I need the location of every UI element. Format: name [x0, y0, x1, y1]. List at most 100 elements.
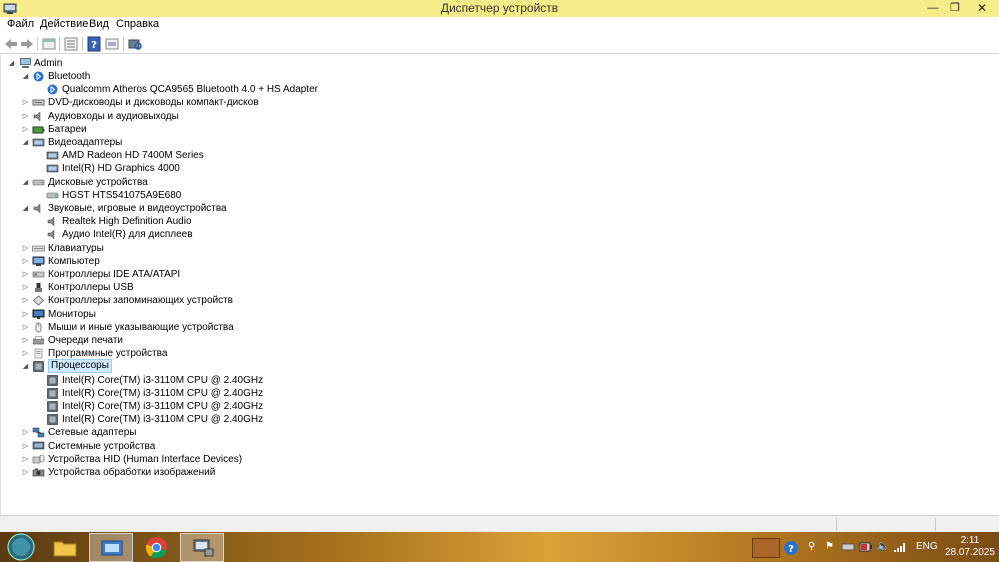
tree-node-label-selected: Процессоры	[48, 359, 112, 374]
window-title: Диспетчер устройств	[440, 1, 559, 15]
tree-node-label: Контроллеры запоминающих устройств	[48, 295, 233, 307]
usb-icon	[35, 283, 42, 293]
taskbar-file-explorer[interactable]	[43, 533, 87, 562]
status-divider	[935, 518, 936, 531]
tree-node-label: Компьютер	[48, 255, 100, 267]
scan-hardware-icon[interactable]	[127, 36, 143, 52]
forward-icon[interactable]	[19, 36, 35, 52]
usb-tray-icon[interactable]	[841, 541, 855, 553]
status-bar	[0, 515, 999, 532]
tree-node-label: Intel(R) Core(TM) i3-3110M CPU @ 2.40GHz	[62, 374, 264, 386]
tree-node-label: Realtek High Definition Audio	[62, 216, 192, 228]
close-button[interactable]: ✕	[971, 0, 993, 17]
processor-icon	[47, 414, 58, 425]
volume-tray-icon[interactable]: 🔈	[877, 541, 889, 552]
expand-arrow-icon[interactable]: ▷	[21, 334, 30, 347]
pin-tray-icon[interactable]: ⚲	[808, 541, 815, 552]
device-view-icon[interactable]	[104, 36, 120, 52]
expand-arrow-icon[interactable]: ▷	[21, 321, 30, 334]
expand-arrow-icon[interactable]: ▷	[21, 466, 30, 479]
menu-file[interactable]: Файл	[7, 18, 34, 30]
file-explorer-icon	[53, 541, 77, 557]
expand-arrow-icon[interactable]: ▷	[21, 453, 30, 466]
help-icon[interactable]: ?	[86, 36, 102, 52]
tree-node-label: Qualcomm Atheros QCA9565 Bluetooth 4.0 +…	[62, 84, 318, 96]
menu-action[interactable]: Действие	[40, 18, 88, 30]
device-tree: ◢ Admin ◢ Bluetooth Qualcomm Atheros QCA95…	[0, 55, 999, 515]
expand-arrow-icon[interactable]: ▷	[21, 268, 30, 281]
menu-help[interactable]: Справка	[116, 18, 159, 30]
taskbar: ? ⚲ ⚑ 🔈 ENG 2:11 28.07.2025	[0, 532, 999, 562]
tree-node-label: Очереди печати	[48, 335, 124, 346]
collapse-arrow-icon[interactable]: ◢	[7, 57, 16, 70]
disk-drive-icon	[46, 192, 59, 199]
expand-arrow-icon[interactable]: ▷	[21, 242, 30, 255]
svg-text:?: ?	[788, 544, 794, 555]
status-divider	[836, 518, 837, 531]
collapse-arrow-icon[interactable]: ◢	[21, 136, 30, 149]
display-adapter-icon	[46, 151, 59, 160]
tree-node-label: Мыши и иные указывающие устройства	[48, 321, 234, 333]
list-view-icon[interactable]	[63, 36, 79, 52]
network-adapter-icon	[32, 428, 45, 438]
tree-node-label: Видеоадаптеры	[48, 137, 123, 148]
disk-drive-icon	[32, 179, 45, 185]
expand-arrow-icon[interactable]: ▷	[21, 255, 30, 268]
computer-icon	[20, 58, 31, 68]
tree-node-label: Системные устройства	[48, 440, 156, 452]
display-adapter-icon	[32, 138, 45, 147]
collapse-arrow-icon[interactable]: ◢	[21, 202, 30, 215]
tree-node-label: Клавиатуры	[48, 242, 104, 254]
expand-arrow-icon[interactable]: ▷	[21, 110, 30, 123]
printer-icon	[33, 336, 44, 345]
expand-arrow-icon[interactable]: ▷	[21, 294, 30, 307]
speaker-icon	[33, 110, 41, 122]
maximize-button[interactable]: ❐	[944, 0, 966, 17]
bluetooth-icon	[47, 84, 58, 95]
collapse-arrow-icon[interactable]: ◢	[21, 360, 30, 373]
wifi-signal-tray-icon[interactable]	[893, 541, 907, 553]
tree-node-label: Bluetooth	[48, 71, 91, 82]
tree-node-label: DVD-дисководы и дисководы компакт-дисков	[48, 97, 259, 109]
control-panel-icon	[101, 540, 123, 556]
start-orb-icon[interactable]	[4, 533, 38, 561]
menu-view[interactable]: Вид	[89, 18, 109, 30]
expand-arrow-icon[interactable]: ▷	[21, 440, 30, 453]
tree-node-label: Сетевые адаптеры	[48, 427, 137, 439]
speaker-icon	[33, 203, 41, 214]
minimize-button[interactable]: —	[922, 0, 944, 17]
taskbar-device-manager[interactable]	[180, 533, 224, 562]
expand-arrow-icon[interactable]: ▷	[21, 308, 30, 321]
tree-node-label: Устройства HID (Human Interface Devices)	[48, 453, 243, 465]
processor-icon	[47, 387, 58, 399]
tree-node-label: Контроллеры USB	[48, 282, 134, 294]
clock[interactable]: 2:11 28.07.2025	[945, 535, 995, 559]
collapse-arrow-icon[interactable]: ◢	[21, 176, 30, 189]
tree-node-label: AMD Radeon HD 7400M Series	[62, 150, 204, 162]
speaker-icon	[47, 216, 55, 227]
taskbar-chrome[interactable]	[135, 533, 179, 562]
taskbar-control-panel[interactable]	[89, 533, 133, 562]
monitor-icon	[32, 309, 45, 319]
help-tray-icon[interactable]: ?	[783, 540, 799, 556]
expand-arrow-icon[interactable]: ▷	[21, 123, 30, 136]
collapse-arrow-icon[interactable]: ◢	[21, 70, 30, 83]
chrome-icon	[145, 536, 168, 559]
battery-tray-icon[interactable]	[859, 541, 873, 553]
tray-app-icon[interactable]	[752, 538, 780, 558]
flag-tray-icon[interactable]: ⚑	[825, 541, 834, 552]
language-indicator[interactable]: ENG	[916, 541, 938, 552]
software-device-icon	[34, 348, 43, 359]
properties-icon[interactable]	[41, 36, 57, 52]
expand-arrow-icon[interactable]: ▷	[21, 426, 30, 439]
expand-arrow-icon[interactable]: ▷	[21, 96, 30, 109]
tree-node-label: Мониторы	[48, 308, 96, 320]
menu-bar: Файл Действие Вид Справка	[0, 17, 999, 34]
tree-root-label: Admin	[34, 58, 63, 69]
battery-icon	[32, 126, 45, 134]
tree-node-label: Intel(R) Core(TM) i3-3110M CPU @ 2.40GHz	[62, 414, 264, 426]
expand-arrow-icon[interactable]: ▷	[21, 281, 30, 294]
back-icon[interactable]	[3, 36, 19, 52]
toolbar-separator	[123, 37, 124, 51]
expand-arrow-icon[interactable]: ▷	[21, 347, 30, 360]
